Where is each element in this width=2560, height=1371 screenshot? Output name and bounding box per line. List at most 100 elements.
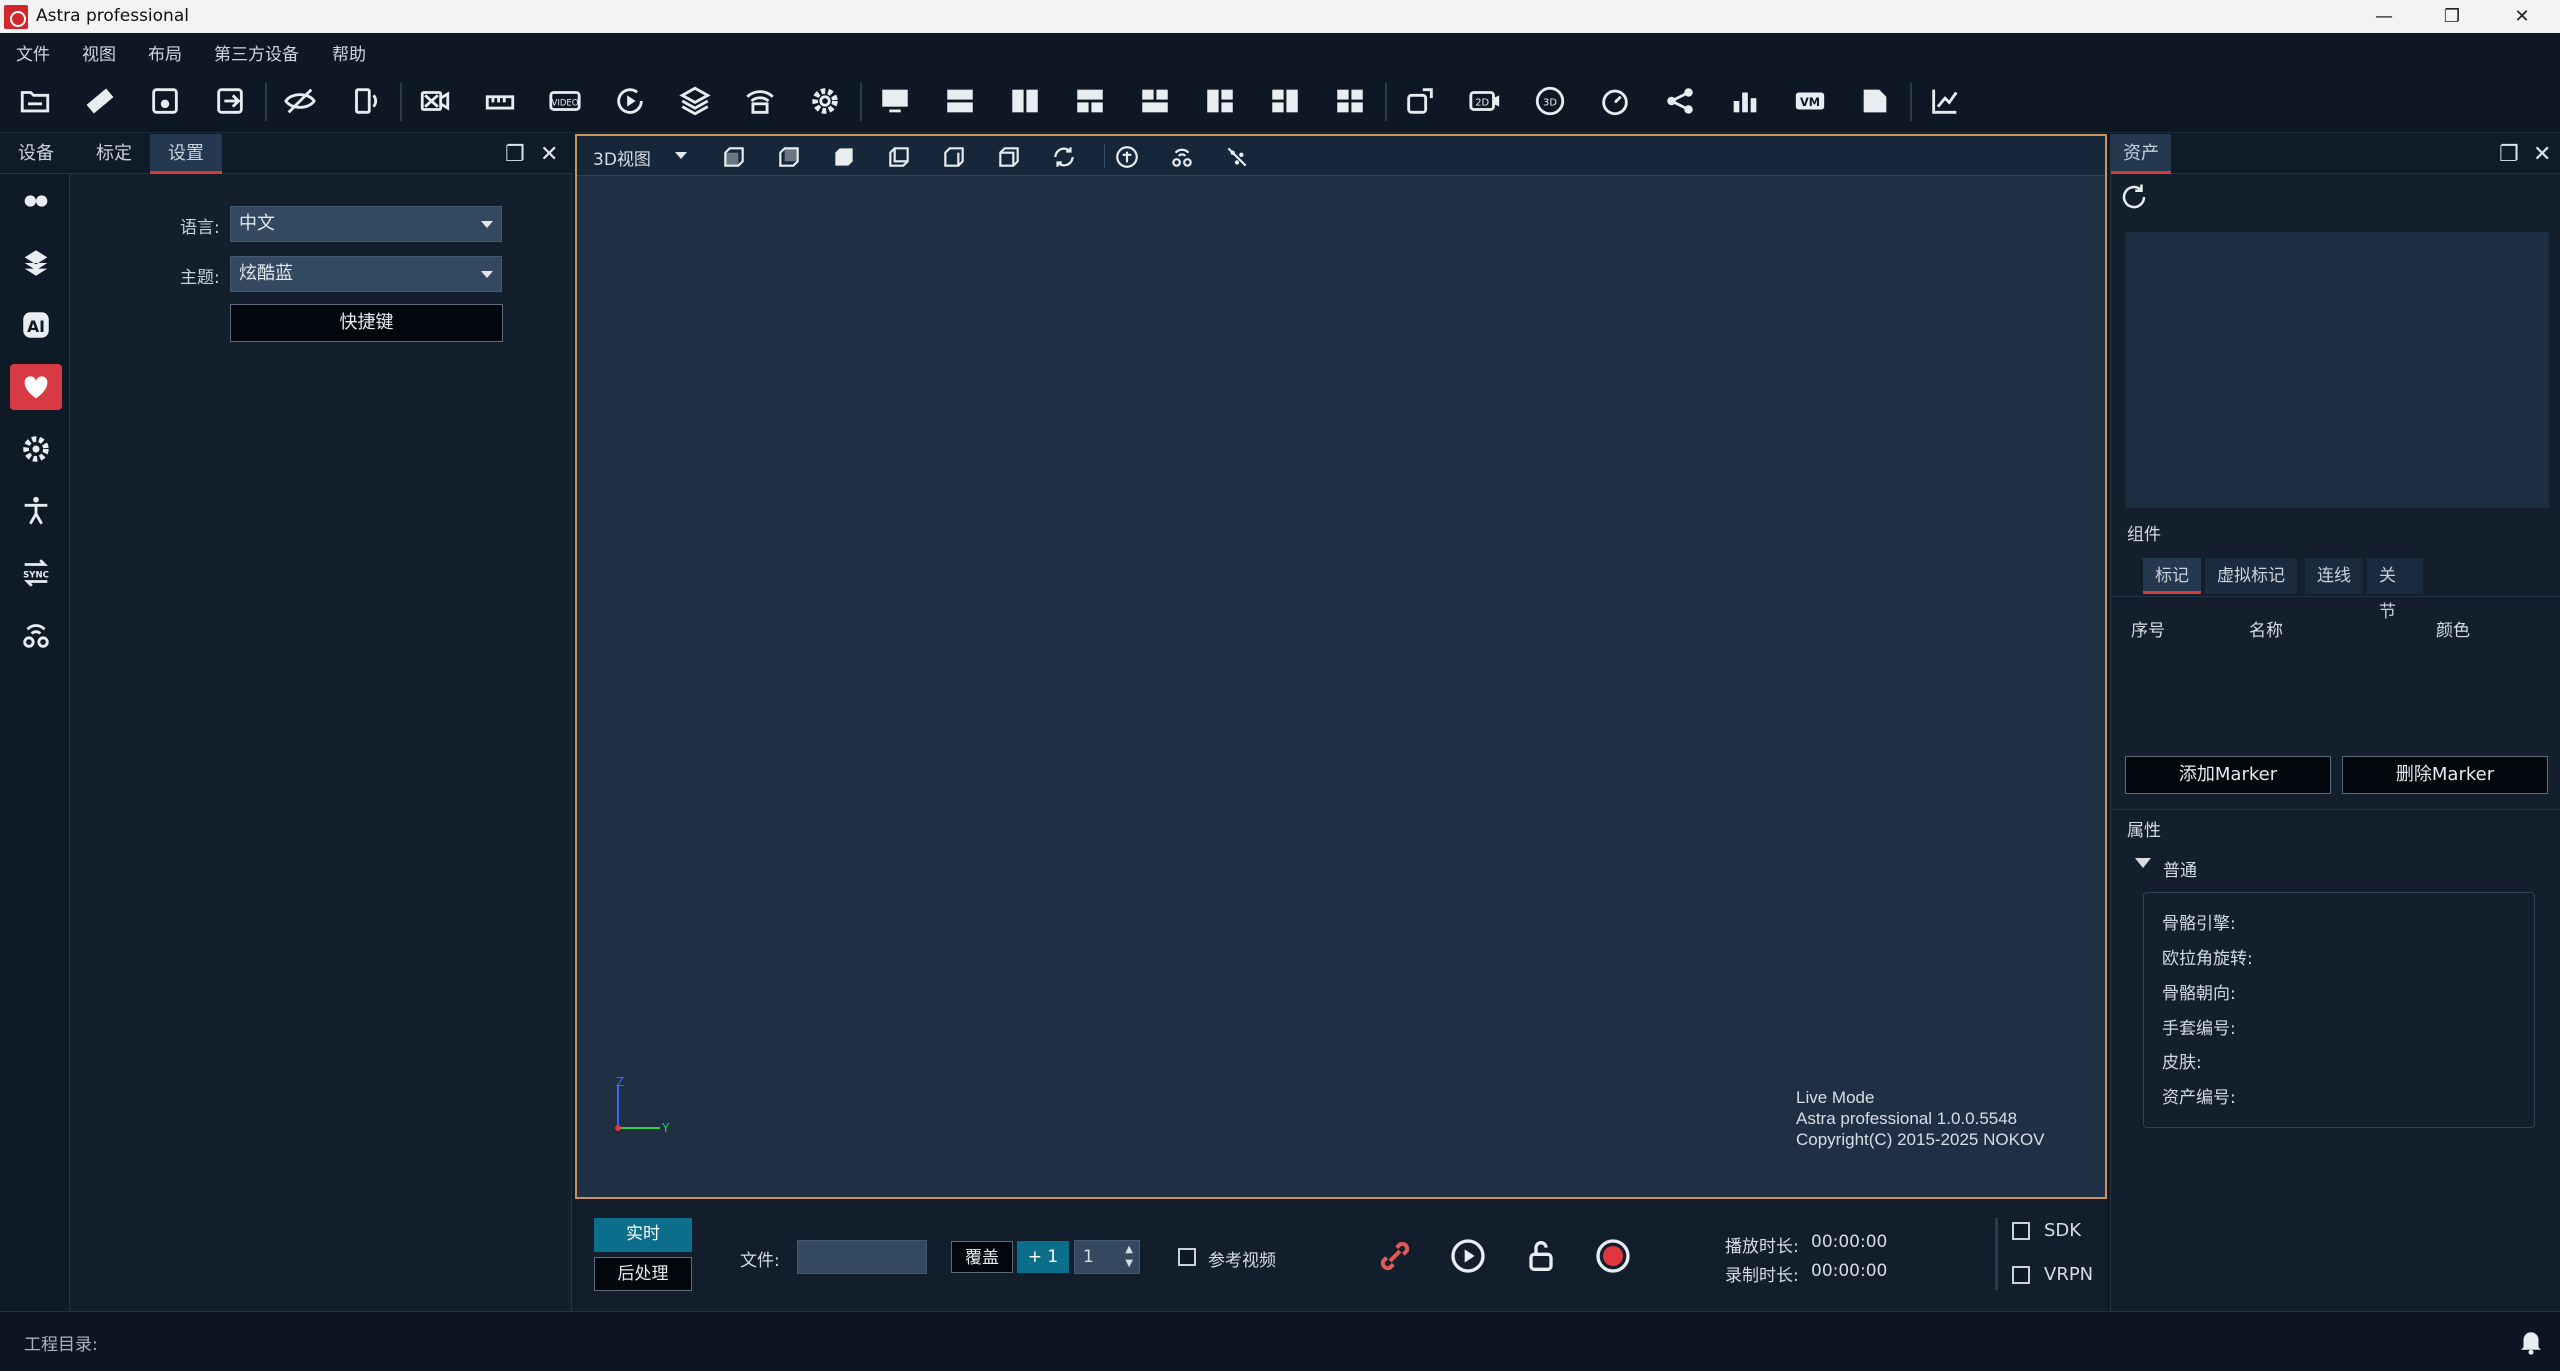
play-icon[interactable] xyxy=(1448,1236,1488,1276)
menu-layout[interactable]: 布局 xyxy=(148,40,182,65)
wifi-device-icon[interactable] xyxy=(740,81,780,121)
restore-button[interactable]: ❐ xyxy=(2420,0,2484,33)
spin-up-icon[interactable]: ▲ xyxy=(1125,1244,1133,1255)
menu-view[interactable]: 视图 xyxy=(82,40,116,65)
tab-virtual-markers[interactable]: 虚拟标记 xyxy=(2205,558,2297,594)
graph-icon[interactable] xyxy=(1925,81,1965,121)
increment-spinbox[interactable]: 1 ▲ ▼ xyxy=(1074,1240,1140,1274)
points-toggle-icon[interactable] xyxy=(1222,142,1252,172)
tab-calibration[interactable]: 标定 xyxy=(78,134,150,174)
language-select[interactable]: 中文 xyxy=(230,206,502,242)
close-icon[interactable]: ✕ xyxy=(540,142,558,167)
bell-icon[interactable] xyxy=(2516,1326,2546,1356)
tab-links[interactable]: 连线 xyxy=(2305,558,2363,594)
menu-file[interactable]: 文件 xyxy=(16,40,50,65)
live-button[interactable]: 实时 xyxy=(594,1218,692,1252)
tab-joints[interactable]: 关节 xyxy=(2367,558,2423,622)
gear-icon[interactable] xyxy=(10,426,62,472)
menu-third-party[interactable]: 第三方设备 xyxy=(214,40,299,65)
post-process-button[interactable]: 后处理 xyxy=(594,1257,692,1291)
chevron-down-icon[interactable] xyxy=(2135,858,2151,868)
column-name[interactable]: 名称 xyxy=(2249,616,2283,641)
measure-icon[interactable] xyxy=(480,81,520,121)
heart-icon[interactable] xyxy=(10,364,62,410)
layout-3b-icon[interactable] xyxy=(1135,81,1175,121)
right-view-icon[interactable] xyxy=(884,142,914,172)
column-index[interactable]: 序号 xyxy=(2131,616,2165,641)
export-icon[interactable] xyxy=(1855,81,1895,121)
close-icon[interactable]: ✕ xyxy=(2533,142,2551,167)
layout-4-icon[interactable] xyxy=(1330,81,1370,121)
back-view-icon[interactable] xyxy=(774,142,804,172)
increment-button[interactable]: + 1 xyxy=(1017,1241,1069,1273)
front-view-icon[interactable] xyxy=(719,142,749,172)
tab-markers[interactable]: 标记 xyxy=(2143,558,2201,594)
asset-list[interactable] xyxy=(2125,232,2549,508)
skeleton-toggle-icon[interactable] xyxy=(1112,142,1142,172)
minimize-button[interactable]: — xyxy=(2352,0,2416,33)
2d-view-icon[interactable]: 2D xyxy=(1465,81,1505,121)
calibration-icon[interactable] xyxy=(10,240,62,286)
3d-view-icon[interactable]: 3D xyxy=(1530,81,1570,121)
wireless-icon[interactable] xyxy=(10,612,62,658)
camera-off-icon[interactable] xyxy=(415,81,455,121)
shortcut-button[interactable]: 快捷键 xyxy=(230,304,503,342)
sync-icon[interactable]: SYNC xyxy=(10,550,62,596)
layers-icon[interactable] xyxy=(675,81,715,121)
3d-viewport[interactable]: 3D视图 Z Y Live Mode Astra professional 1.… xyxy=(575,134,2107,1199)
ai-icon[interactable]: AI xyxy=(10,302,62,348)
marker-toggle-icon[interactable] xyxy=(1167,142,1197,172)
refresh-icon[interactable] xyxy=(2119,182,2149,212)
video-icon[interactable]: VIDEO xyxy=(545,81,585,121)
layout-3-icon[interactable] xyxy=(1070,81,1110,121)
speed-icon[interactable] xyxy=(1595,81,1635,121)
tab-assets[interactable]: 资产 xyxy=(2111,134,2171,174)
top-view-icon[interactable] xyxy=(939,142,969,172)
menu-help[interactable]: 帮助 xyxy=(332,40,366,65)
column-color[interactable]: 颜色 xyxy=(2436,616,2470,641)
link-icon[interactable] xyxy=(1375,1236,1415,1276)
layout-3d-icon[interactable] xyxy=(1265,81,1305,121)
replay-icon[interactable] xyxy=(610,81,650,121)
layout-3c-icon[interactable] xyxy=(1200,81,1240,121)
layout-2-col-icon[interactable] xyxy=(1005,81,1045,121)
skeleton-icon[interactable] xyxy=(10,488,62,534)
chevron-down-icon[interactable] xyxy=(675,152,687,159)
left-view-icon[interactable] xyxy=(829,142,859,172)
vm-icon[interactable]: VM xyxy=(1790,81,1830,121)
monitor-icon[interactable] xyxy=(875,81,915,121)
record-icon[interactable] xyxy=(1593,1236,1633,1276)
theme-select[interactable]: 炫酷蓝 xyxy=(230,256,502,292)
undock-icon[interactable]: ❐ xyxy=(2499,142,2519,167)
file-input[interactable] xyxy=(797,1240,927,1274)
close-button[interactable]: ✕ xyxy=(2490,0,2554,33)
open-folder-icon[interactable] xyxy=(15,81,55,121)
bar-chart-icon[interactable] xyxy=(1725,81,1765,121)
reset-view-icon[interactable] xyxy=(1049,142,1079,172)
settings-icon[interactable] xyxy=(805,81,845,121)
tab-settings[interactable]: 设置 xyxy=(150,134,222,174)
overwrite-button[interactable]: 覆盖 xyxy=(951,1241,1013,1273)
layout-2-row-icon[interactable] xyxy=(940,81,980,121)
undock-icon[interactable]: ❐ xyxy=(505,142,525,167)
view-selector[interactable]: 3D视图 xyxy=(593,145,651,170)
share-icon[interactable] xyxy=(1660,81,1700,121)
sdk-checkbox[interactable] xyxy=(2012,1222,2030,1240)
vrpn-checkbox[interactable] xyxy=(2012,1266,2030,1284)
delete-marker-button[interactable]: 删除Marker xyxy=(2342,756,2548,794)
save-as-icon[interactable] xyxy=(210,81,250,121)
add-marker-button[interactable]: 添加Marker xyxy=(2125,756,2331,794)
rotate-device-icon[interactable] xyxy=(345,81,385,121)
screenshot-icon[interactable] xyxy=(1400,81,1440,121)
tab-device[interactable]: 设备 xyxy=(0,134,72,174)
hide-icon[interactable] xyxy=(280,81,320,121)
group-label[interactable]: 普通 xyxy=(2163,856,2197,881)
ref-video-checkbox[interactable] xyxy=(1178,1248,1196,1266)
spin-down-icon[interactable]: ▼ xyxy=(1125,1258,1133,1269)
camera-pair-icon[interactable] xyxy=(10,178,62,224)
save-icon[interactable] xyxy=(145,81,185,121)
unlock-icon[interactable] xyxy=(1521,1236,1561,1276)
bottom-view-icon[interactable] xyxy=(994,142,1024,172)
theme-value: 炫酷蓝 xyxy=(239,263,293,284)
ruler-icon[interactable] xyxy=(80,81,120,121)
